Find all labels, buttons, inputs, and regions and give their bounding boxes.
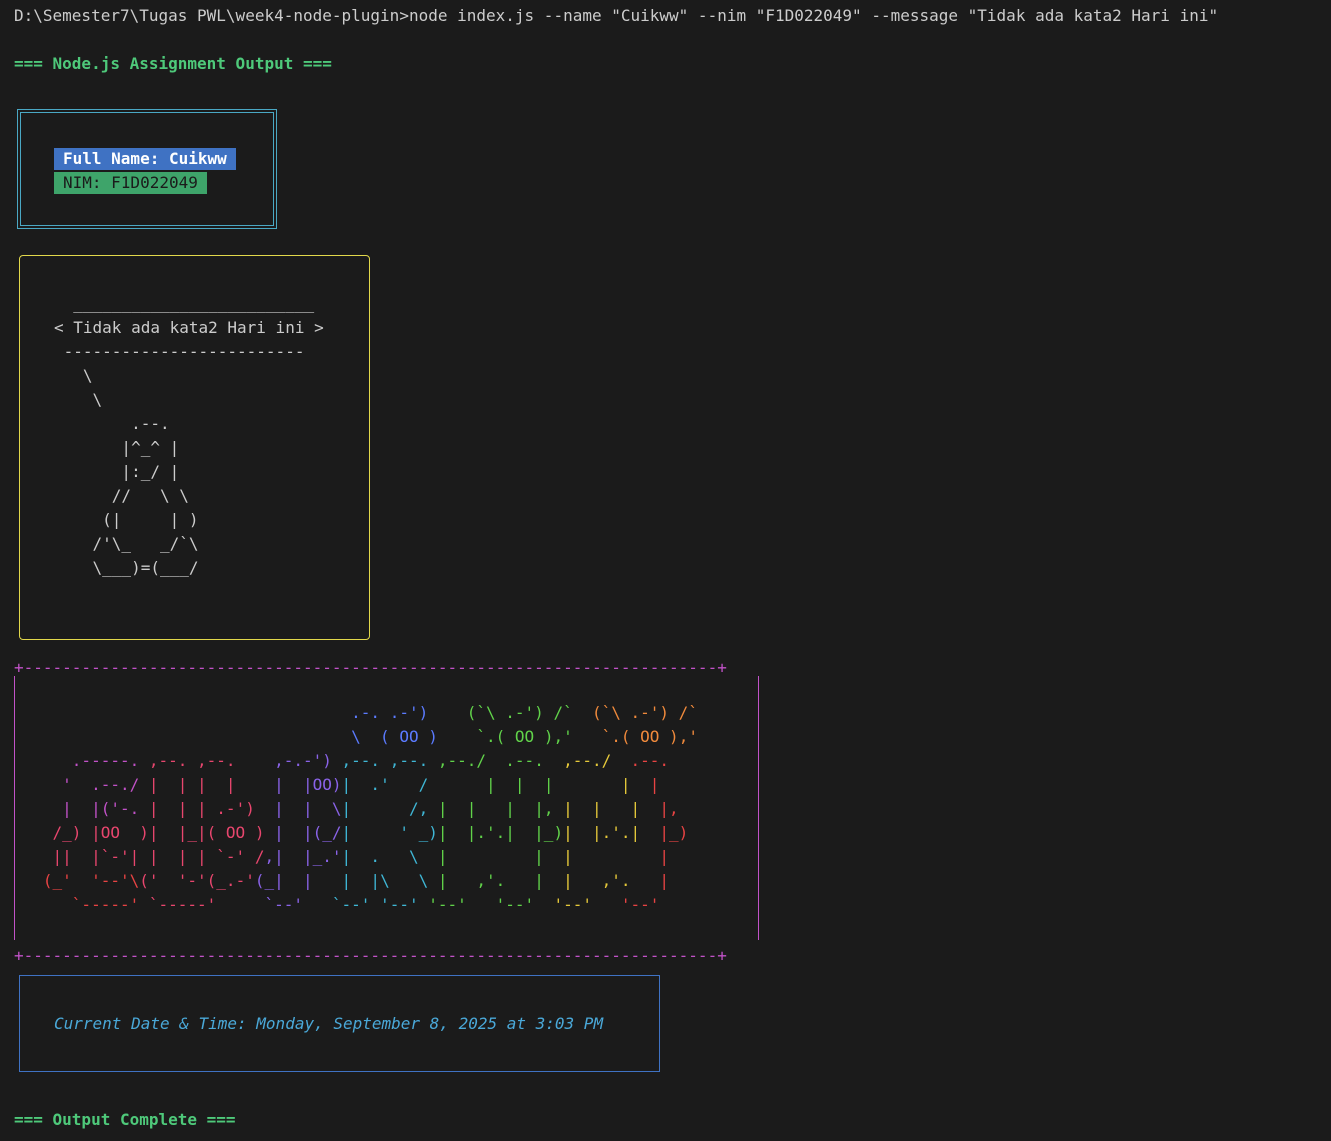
nim-label: NIM: F1D022049 bbox=[54, 172, 207, 194]
output-footer: === Output Complete === bbox=[14, 1110, 236, 1129]
output-header: === Node.js Assignment Output === bbox=[14, 54, 332, 73]
cowsay-art: _________________________ < Tidak ada ka… bbox=[54, 294, 324, 577]
command-line: D:\Semester7\Tugas PWL\week4-node-plugin… bbox=[14, 6, 1219, 25]
full-name-label: Full Name: Cuikww bbox=[54, 148, 236, 170]
banner-ascii-art: .-. .-') (`\ .-') /` (`\ .-') /` \ ( OO … bbox=[14, 703, 698, 914]
banner-border-bottom: +---------------------------------------… bbox=[14, 946, 727, 965]
datetime-text: Current Date & Time: Monday, September 8… bbox=[54, 1014, 604, 1033]
banner-border-right bbox=[758, 676, 762, 940]
